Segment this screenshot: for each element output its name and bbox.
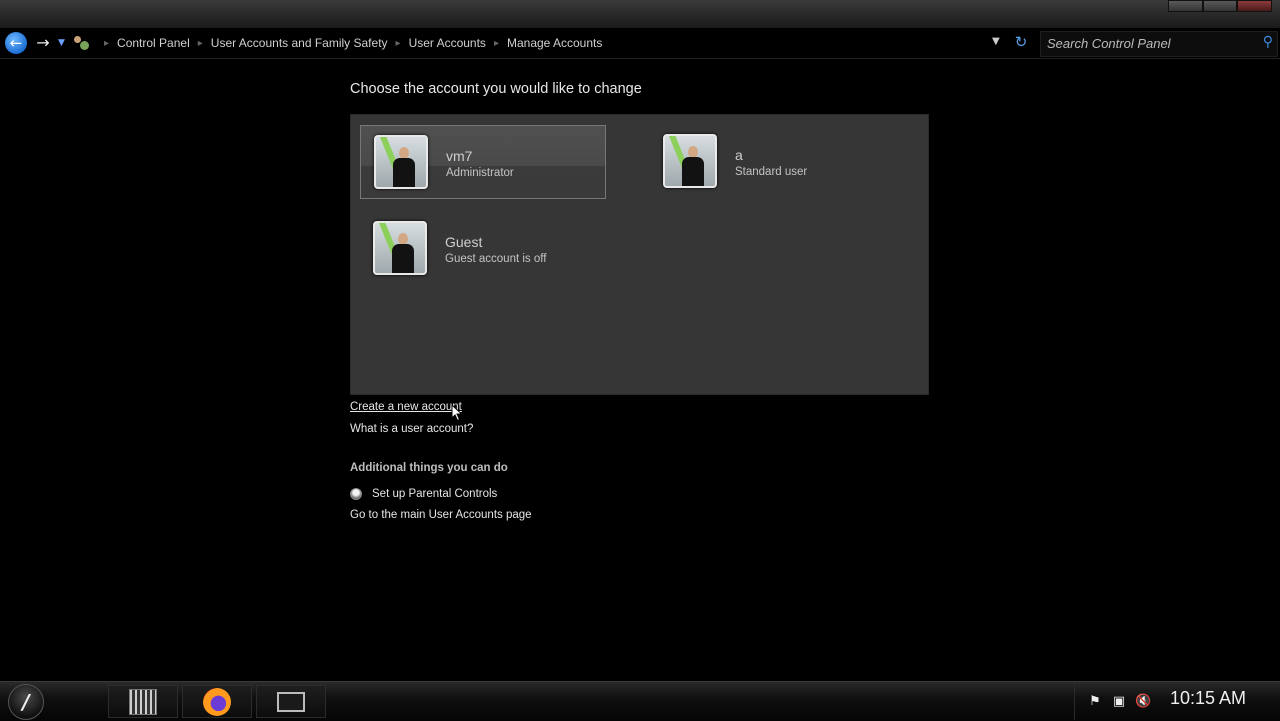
recent-pages-button[interactable]: ▼ (58, 36, 68, 50)
account-type: Guest account is off (445, 253, 547, 265)
arrow-right-icon: → (36, 33, 50, 52)
refresh-button[interactable]: ↻ (1012, 32, 1030, 52)
firefox-icon (203, 687, 231, 716)
main-user-accounts-link[interactable]: Go to the main User Accounts page (350, 509, 532, 521)
command-prompt-icon (277, 691, 305, 712)
chevron-down-icon: ▼ (992, 36, 1000, 47)
refresh-icon: ↻ (1014, 33, 1028, 51)
address-dropdown-button[interactable]: ▼ (992, 36, 1000, 47)
chevron-down-icon: ▼ (58, 38, 65, 48)
start-orb-icon: / (22, 690, 30, 714)
account-tile-a[interactable]: a Standard user (650, 125, 896, 199)
network-icon[interactable]: ▣ (1111, 694, 1127, 710)
user-avatar (374, 135, 428, 189)
account-tile-guest[interactable]: Guest Guest account is off (360, 212, 606, 286)
action-center-flag-icon[interactable]: ⚑ (1087, 694, 1103, 710)
account-type: Administrator (446, 167, 514, 179)
page-title: Choose the account you would like to cha… (350, 81, 642, 97)
minimize-button[interactable] (1168, 0, 1203, 12)
navigation-bar: ← → ▼ ▸ Control Panel ▸ User Accounts an… (0, 28, 1280, 59)
additional-tasks-heading: Additional things you can do (350, 462, 508, 474)
breadcrumb-control-panel[interactable]: Control Panel (117, 36, 190, 50)
accounts-panel: vm7 Administrator a Standard user Guest … (350, 114, 929, 395)
forward-button[interactable]: → (33, 32, 53, 54)
arrow-left-icon: ← (9, 34, 23, 52)
parental-controls-icon (350, 488, 362, 500)
maximize-button[interactable] (1202, 0, 1238, 12)
breadcrumb-separator[interactable]: ▸ (396, 38, 401, 49)
breadcrumb-user-accounts[interactable]: User Accounts (409, 36, 486, 50)
start-button[interactable]: / (8, 684, 44, 720)
files-icon (129, 688, 157, 715)
account-type: Standard user (735, 166, 808, 178)
mouse-cursor-icon (451, 404, 463, 422)
account-tile-vm7[interactable]: vm7 Administrator (360, 125, 606, 199)
account-name: a (735, 147, 743, 163)
create-account-link[interactable]: Create a new account (350, 401, 462, 413)
close-button[interactable] (1237, 0, 1273, 12)
taskbar-item-firefox[interactable] (182, 685, 252, 718)
account-name: Guest (445, 234, 483, 250)
user-avatar (373, 221, 427, 275)
parental-controls-link[interactable]: Set up Parental Controls (350, 486, 497, 502)
user-accounts-icon (72, 34, 90, 52)
volume-muted-icon[interactable]: 🔇 (1135, 694, 1151, 710)
parental-controls-label: Set up Parental Controls (372, 488, 498, 500)
address-bar[interactable]: ▸ Control Panel ▸ User Accounts and Fami… (72, 31, 1032, 55)
taskbar: / ⚑ ▣ 🔇 (0, 681, 1280, 721)
breadcrumb-separator[interactable]: ▸ (494, 38, 499, 49)
window-titlebar (0, 0, 1280, 29)
account-name: vm7 (446, 148, 473, 164)
search-box: ⚲ (1040, 31, 1278, 57)
search-icon[interactable]: ⚲ (1263, 34, 1273, 50)
window-controls (1168, 0, 1273, 14)
search-input[interactable] (1045, 34, 1259, 52)
breadcrumb-manage-accounts[interactable]: Manage Accounts (507, 36, 602, 50)
user-avatar (663, 134, 717, 188)
what-is-user-account-link[interactable]: What is a user account? (350, 423, 473, 435)
taskbar-item-command-prompt[interactable] (256, 685, 326, 718)
breadcrumb-separator[interactable]: ▸ (104, 38, 109, 49)
clock[interactable]: 10:15 AM (1170, 688, 1246, 709)
taskbar-item-files[interactable] (108, 685, 178, 718)
breadcrumb-user-accounts-family-safety[interactable]: User Accounts and Family Safety (211, 36, 388, 50)
back-button[interactable]: ← (5, 32, 27, 54)
breadcrumb-separator[interactable]: ▸ (198, 38, 203, 49)
